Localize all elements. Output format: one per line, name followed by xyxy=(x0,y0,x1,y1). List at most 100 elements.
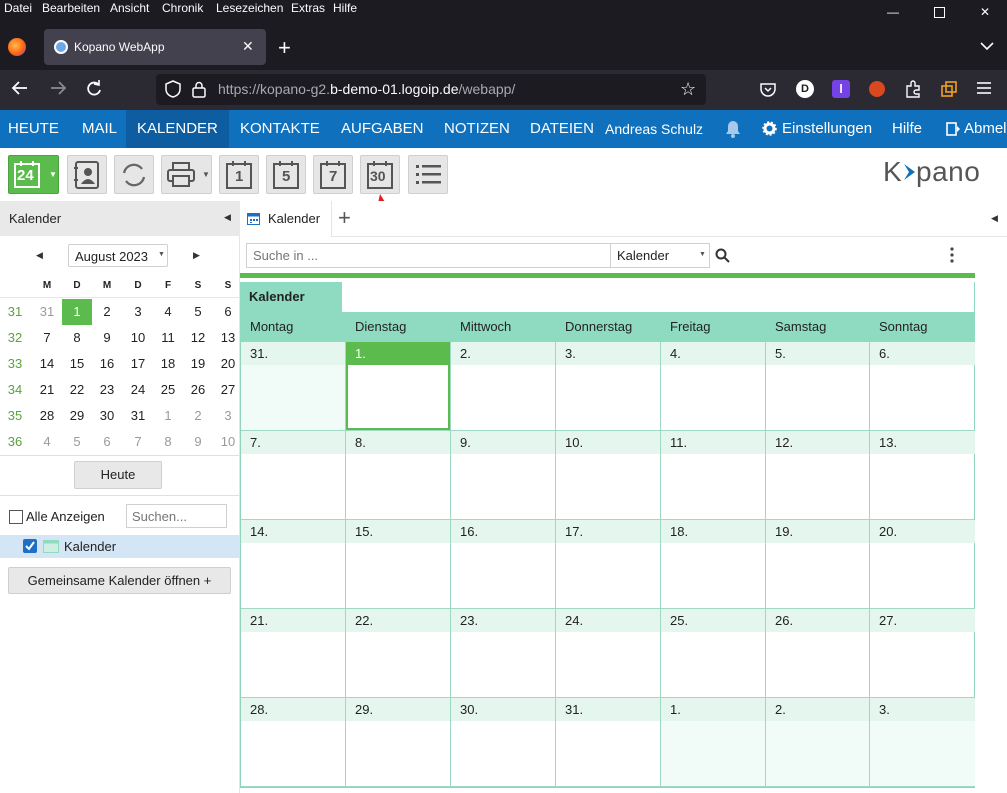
datepicker-day[interactable]: 10 xyxy=(123,325,153,351)
calendar-search-input[interactable] xyxy=(126,504,227,528)
day-cell[interactable]: 8. xyxy=(346,431,451,520)
datepicker-day[interactable]: 7 xyxy=(32,325,62,351)
minimize-icon[interactable]: — xyxy=(870,0,916,24)
datepicker-day[interactable]: 5 xyxy=(62,429,92,455)
nav-mail[interactable]: MAIL xyxy=(74,110,125,148)
day-cell[interactable]: 12. xyxy=(766,431,870,520)
logout-icon[interactable] xyxy=(946,110,960,148)
week-number[interactable]: 33 xyxy=(0,351,30,377)
forward-icon[interactable] xyxy=(48,80,68,101)
datepicker-day[interactable]: 2 xyxy=(183,403,213,429)
nav-dateien[interactable]: DATEIEN xyxy=(522,110,602,148)
print-button[interactable]: ▼ xyxy=(161,155,212,194)
day-cell[interactable]: 29. xyxy=(346,698,451,787)
nav-abmelden[interactable]: Abmel xyxy=(964,110,1007,148)
day-cell[interactable]: 31. xyxy=(241,342,346,431)
next-month-icon[interactable]: ▶ xyxy=(193,250,200,261)
back-icon[interactable] xyxy=(10,80,30,101)
today-button[interactable]: Heute xyxy=(74,461,162,489)
browser-tab[interactable]: Kopano WebApp ✕ xyxy=(44,29,266,65)
day-cell-today[interactable]: 1. xyxy=(346,342,451,431)
month-select[interactable]: August 2023 ▼ xyxy=(68,244,168,267)
shield-icon[interactable] xyxy=(165,80,181,101)
list-tabs-icon[interactable] xyxy=(980,38,994,56)
day-cell[interactable]: 20. xyxy=(870,520,975,609)
datepicker-day[interactable]: 3 xyxy=(123,299,153,325)
datepicker-day[interactable]: 4 xyxy=(32,429,62,455)
tab-kalender[interactable]: Kalender xyxy=(240,201,332,237)
day-cell[interactable]: 9. xyxy=(451,431,556,520)
nav-einstellungen[interactable]: Einstellungen xyxy=(782,110,872,148)
day-cell[interactable]: 6. xyxy=(870,342,975,431)
week-number[interactable]: 31 xyxy=(0,299,30,325)
show-all-checkbox[interactable] xyxy=(9,510,23,524)
week-number[interactable]: 34 xyxy=(0,377,30,403)
datepicker-day[interactable]: 8 xyxy=(153,429,183,455)
datepicker-day[interactable]: 4 xyxy=(153,299,183,325)
user-name[interactable]: Andreas Schulz xyxy=(605,110,703,148)
datepicker-day[interactable]: 18 xyxy=(153,351,183,377)
collapse-left-icon[interactable]: ◀ xyxy=(224,212,231,223)
more-options-icon[interactable] xyxy=(949,247,955,266)
refresh-button[interactable] xyxy=(114,155,154,194)
extensions-puzzle-icon[interactable] xyxy=(904,80,922,103)
view-week-button[interactable]: 7 xyxy=(313,155,353,194)
day-cell[interactable]: 28. xyxy=(241,698,346,787)
maximize-icon[interactable] xyxy=(916,0,962,24)
menu-extras[interactable]: Extras xyxy=(291,1,325,15)
day-cell[interactable]: 2. xyxy=(451,342,556,431)
datepicker-day[interactable]: 20 xyxy=(213,351,243,377)
datepicker-day[interactable]: 24 xyxy=(123,377,153,403)
datepicker-day[interactable]: 5 xyxy=(183,299,213,325)
dropdown-arrow-icon[interactable]: ▼ xyxy=(49,170,57,179)
new-tab-icon[interactable]: + xyxy=(278,35,291,61)
view-workweek-button[interactable]: 5 xyxy=(266,155,306,194)
extension-orange-icon[interactable] xyxy=(940,80,958,103)
datepicker-day[interactable]: 9 xyxy=(183,429,213,455)
datepicker-day[interactable]: 21 xyxy=(32,377,62,403)
day-cell[interactable]: 4. xyxy=(661,342,766,431)
pocket-icon[interactable] xyxy=(760,81,776,102)
bookmark-star-icon[interactable]: ☆ xyxy=(680,79,696,100)
day-cell[interactable]: 3. xyxy=(556,342,661,431)
week-number[interactable]: 32 xyxy=(0,325,30,351)
day-cell[interactable]: 1. xyxy=(661,698,766,787)
menu-bearbeiten[interactable]: Bearbeiten xyxy=(42,1,100,15)
menu-chronik[interactable]: Chronik xyxy=(162,1,203,15)
datepicker-day[interactable]: 8 xyxy=(62,325,92,351)
day-cell[interactable]: 16. xyxy=(451,520,556,609)
day-cell[interactable]: 22. xyxy=(346,609,451,698)
prev-month-icon[interactable]: ◀ xyxy=(36,250,43,261)
day-cell[interactable]: 18. xyxy=(661,520,766,609)
open-shared-calendars-button[interactable]: Gemeinsame Kalender öffnen + xyxy=(8,567,231,594)
search-scope-dropdown-icon[interactable]: ▼ xyxy=(699,251,706,258)
datepicker-day[interactable]: 12 xyxy=(183,325,213,351)
datepicker-day[interactable]: 31 xyxy=(32,299,62,325)
view-list-button[interactable] xyxy=(408,155,448,194)
nav-kalender[interactable]: KALENDER xyxy=(126,110,229,148)
view-month-button[interactable]: 30 xyxy=(360,155,400,194)
hamburger-menu-icon[interactable] xyxy=(976,80,992,101)
day-cell[interactable]: 26. xyxy=(766,609,870,698)
day-cell[interactable]: 11. xyxy=(661,431,766,520)
day-cell[interactable]: 24. xyxy=(556,609,661,698)
month-dropdown-icon[interactable]: ▼ xyxy=(158,251,165,258)
week-number[interactable]: 35 xyxy=(0,403,30,429)
nav-kontakte[interactable]: KONTAKTE xyxy=(232,110,328,148)
day-cell[interactable]: 31. xyxy=(556,698,661,787)
url-text[interactable]: https://kopano-g2.b-demo-01.logoip.de/we… xyxy=(218,81,515,97)
reload-icon[interactable] xyxy=(84,80,104,103)
nav-heute[interactable]: HEUTE xyxy=(0,110,67,148)
day-cell[interactable]: 21. xyxy=(241,609,346,698)
datepicker-day[interactable]: 7 xyxy=(123,429,153,455)
firefox-logo-icon[interactable] xyxy=(8,38,26,56)
datepicker-day[interactable]: 14 xyxy=(32,351,62,377)
datepicker-day[interactable]: 22 xyxy=(62,377,92,403)
tab-close-icon[interactable]: ✕ xyxy=(242,38,254,55)
datepicker-day[interactable]: 16 xyxy=(92,351,122,377)
view-day-button[interactable]: 1 xyxy=(219,155,259,194)
collapse-right-icon[interactable]: ◀ xyxy=(991,213,998,224)
day-cell[interactable]: 17. xyxy=(556,520,661,609)
bell-icon[interactable] xyxy=(725,110,741,148)
datepicker-day[interactable]: 27 xyxy=(213,377,243,403)
